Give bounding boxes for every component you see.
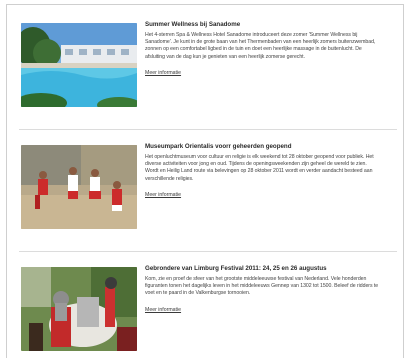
article-description: Het openluchtmuseum voor cultuur en reli… bbox=[145, 154, 374, 182]
article-title: Museumpark Orientalis voorr geheerden ge… bbox=[145, 143, 292, 150]
list-item: Museumpark Orientalis voorr geheerden ge… bbox=[13, 137, 403, 237]
article-image-pool[interactable] bbox=[21, 23, 137, 107]
article-title: Summer Wellness bij Sanadome bbox=[145, 21, 241, 28]
article-description: Het 4-sterren Spa & Wellness Hotel Sanad… bbox=[145, 32, 376, 60]
divider bbox=[19, 129, 397, 130]
more-info-link[interactable]: Meer informatie bbox=[145, 70, 181, 76]
divider bbox=[19, 251, 397, 252]
list-item: Gebrondere van Limburg Festival 2011: 24… bbox=[13, 259, 403, 359]
article-description: Kom, zie en proef de sfeer van het groot… bbox=[145, 276, 379, 297]
article-image-knight[interactable] bbox=[21, 267, 137, 351]
news-list-panel: Summer Wellness bij Sanadome Het 4-sterr… bbox=[6, 4, 404, 358]
article-image-dancers[interactable] bbox=[21, 145, 137, 229]
article-title: Gebrondere van Limburg Festival 2011: 24… bbox=[145, 265, 327, 272]
more-info-link[interactable]: Meer informatie bbox=[145, 307, 181, 313]
list-item: Summer Wellness bij Sanadome Het 4-sterr… bbox=[13, 15, 403, 115]
more-info-link[interactable]: Meer informatie bbox=[145, 192, 181, 198]
